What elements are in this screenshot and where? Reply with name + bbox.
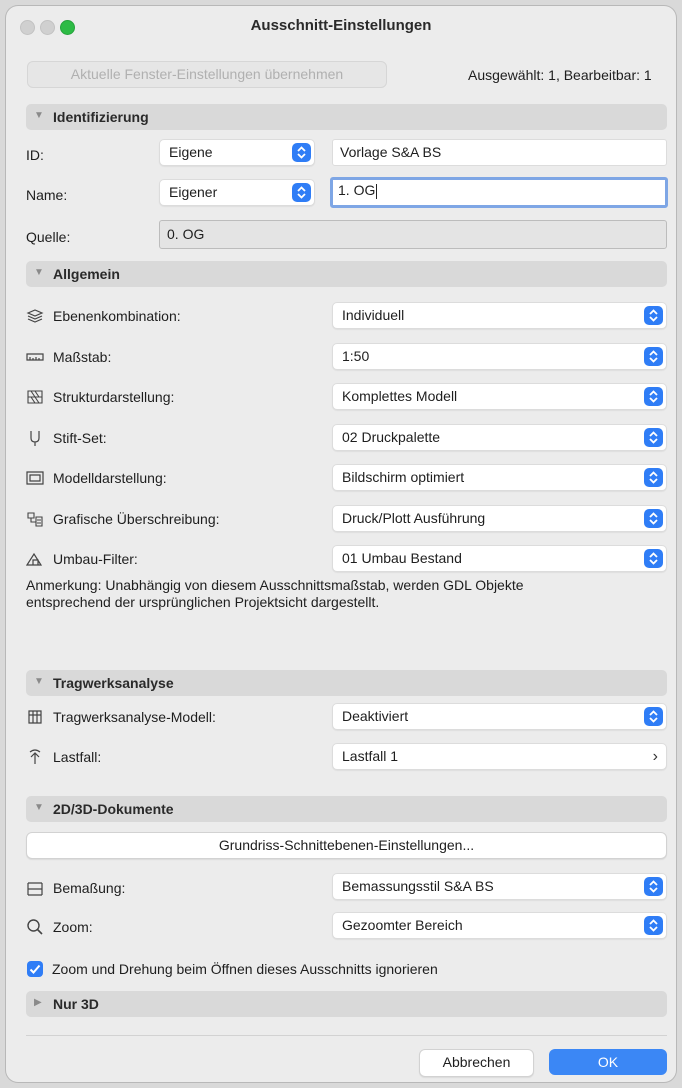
chevron-right-icon: ›	[652, 748, 658, 765]
structural-model-label: Tragwerksanalyse-Modell:	[53, 709, 216, 725]
updown-arrows-icon	[644, 306, 663, 325]
allgemein-row-value: 01 Umbau Bestand	[342, 550, 462, 566]
updown-arrows-icon	[292, 143, 311, 162]
ignore-zoom-checkbox[interactable]	[27, 961, 43, 977]
apply-window-settings-button[interactable]: Aktuelle Fenster-Einstellungen übernehme…	[27, 61, 387, 88]
window-title: Ausschnitt-Einstellungen	[250, 17, 432, 34]
updown-arrows-icon	[644, 877, 663, 896]
scale-note: Anmerkung: Unabhängig von diesem Ausschn…	[26, 577, 656, 611]
graphic-override-icon	[27, 512, 43, 527]
model-display-icon	[26, 471, 44, 485]
source-value-field: 0. OG	[159, 220, 667, 249]
scale-note-line1: Anmerkung: Unabhängig von diesem Ausschn…	[26, 577, 524, 593]
magnifier-icon	[27, 919, 43, 935]
allgemein-row-select[interactable]: Individuell	[332, 302, 667, 329]
allgemein-row-value: Bildschirm optimiert	[342, 469, 465, 485]
ruler-icon	[26, 353, 44, 361]
allgemein-row-value: 02 Druckpalette	[342, 429, 441, 445]
updown-arrows-icon	[644, 428, 663, 447]
id-mode-select[interactable]: Eigene	[159, 139, 315, 166]
allgemein-row-select[interactable]: Druck/Plott Ausführung	[332, 505, 667, 532]
ignore-zoom-label: Zoom und Drehung beim Öffnen dieses Auss…	[52, 961, 438, 977]
zoom-value: Gezoomter Bereich	[342, 917, 463, 933]
name-mode-select[interactable]: Eigener	[159, 179, 315, 206]
dimension-label: Bemaßung:	[53, 880, 126, 896]
updown-arrows-icon	[644, 707, 663, 726]
footer-divider	[26, 1035, 667, 1036]
cut-plane-settings-button[interactable]: Grundriss-Schnittebenen-Einstellungen...	[26, 832, 667, 859]
allgemein-row-label: Umbau-Filter:	[53, 551, 138, 567]
load-case-icon	[29, 749, 41, 764]
scale-note-line2: entsprechend der ursprünglichen Projekts…	[26, 594, 380, 610]
load-case-value: Lastfall 1	[342, 748, 399, 764]
allgemein-row-label: Stift-Set:	[53, 430, 107, 446]
dimension-style-select[interactable]: Bemassungsstil S&A BS	[332, 873, 667, 900]
title-bar: Ausschnitt-Einstellungen	[6, 6, 676, 46]
name-value-field[interactable]: 1. OG	[330, 177, 668, 208]
dimension-style-value: Bemassungsstil S&A BS	[342, 878, 494, 894]
zoom-label: Zoom:	[53, 919, 93, 935]
zoom-select[interactable]: Gezoomter Bereich	[332, 912, 667, 939]
load-case-select[interactable]: Lastfall 1 ›	[332, 743, 667, 770]
disclosure-expanded-icon: ▼	[34, 802, 44, 813]
name-label: Name:	[26, 187, 68, 203]
updown-arrows-icon	[644, 347, 663, 366]
updown-arrows-icon	[644, 468, 663, 487]
structural-model-select[interactable]: Deaktiviert	[332, 703, 667, 730]
section-2d3d-dokumente-label: 2D/3D-Dokumente	[53, 801, 174, 817]
section-2d3d-dokumente[interactable]: ▼ 2D/3D-Dokumente	[26, 796, 667, 822]
load-case-label: Lastfall:	[53, 749, 102, 765]
allgemein-row-select[interactable]: 01 Umbau Bestand	[332, 545, 667, 572]
updown-arrows-icon	[292, 183, 311, 202]
name-mode-value: Eigener	[169, 184, 218, 200]
section-allgemein-label: Allgemein	[53, 266, 120, 282]
ok-button[interactable]: OK	[549, 1049, 667, 1075]
checkmark-icon	[29, 964, 41, 974]
allgemein-row-select[interactable]: 1:50	[332, 343, 667, 370]
dialog-window: Ausschnitt-Einstellungen Aktuelle Fenste…	[6, 6, 676, 1082]
updown-arrows-icon	[644, 916, 663, 935]
disclosure-expanded-icon: ▼	[34, 110, 44, 121]
allgemein-row-select[interactable]: Bildschirm optimiert	[332, 464, 667, 491]
allgemein-row-label: Modelldarstellung:	[53, 470, 167, 486]
section-identifizierung-label: Identifizierung	[53, 109, 149, 125]
section-allgemein[interactable]: ▼ Allgemein	[26, 261, 667, 287]
updown-arrows-icon	[644, 509, 663, 528]
allgemein-row-label: Ebenenkombination:	[53, 308, 181, 324]
structural-model-value: Deaktiviert	[342, 708, 409, 724]
updown-arrows-icon	[644, 387, 663, 406]
allgemein-row-label: Maßstab:	[53, 349, 112, 365]
source-label: Quelle:	[26, 229, 71, 245]
section-tragwerksanalyse-label: Tragwerksanalyse	[53, 675, 174, 691]
pen-icon	[30, 431, 40, 446]
dimension-icon	[27, 882, 43, 896]
section-nur-3d[interactable]: ▶ Nur 3D	[26, 991, 667, 1017]
id-mode-value: Eigene	[169, 144, 213, 160]
renovation-icon	[26, 552, 43, 566]
allgemein-row-label: Grafische Überschreibung:	[53, 511, 220, 527]
disclosure-expanded-icon: ▼	[34, 267, 44, 278]
section-nur-3d-label: Nur 3D	[53, 996, 99, 1012]
id-label: ID:	[26, 147, 44, 163]
structure-icon	[27, 390, 43, 404]
disclosure-collapsed-icon: ▶	[34, 997, 42, 1008]
cancel-button[interactable]: Abbrechen	[419, 1049, 534, 1077]
structural-model-icon	[28, 710, 42, 724]
id-value-field[interactable]: Vorlage S&A BS	[332, 139, 667, 166]
layers-icon	[26, 309, 44, 323]
section-identifizierung[interactable]: ▼ Identifizierung	[26, 104, 667, 130]
updown-arrows-icon	[644, 549, 663, 568]
text-cursor	[376, 183, 378, 199]
allgemein-row-value: Komplettes Modell	[342, 388, 458, 404]
allgemein-row-label: Strukturdarstellung:	[53, 389, 175, 405]
allgemein-row-select[interactable]: Komplettes Modell	[332, 383, 667, 410]
disclosure-expanded-icon: ▼	[34, 676, 44, 687]
section-tragwerksanalyse[interactable]: ▼ Tragwerksanalyse	[26, 670, 667, 696]
allgemein-row-select[interactable]: 02 Druckpalette	[332, 424, 667, 451]
name-value-text: 1. OG	[338, 182, 376, 198]
allgemein-row-value: Druck/Plott Ausführung	[342, 510, 486, 526]
allgemein-row-value: 1:50	[342, 348, 370, 364]
selection-status: Ausgewählt: 1, Bearbeitbar: 1	[468, 67, 652, 83]
allgemein-row-value: Individuell	[342, 307, 405, 323]
